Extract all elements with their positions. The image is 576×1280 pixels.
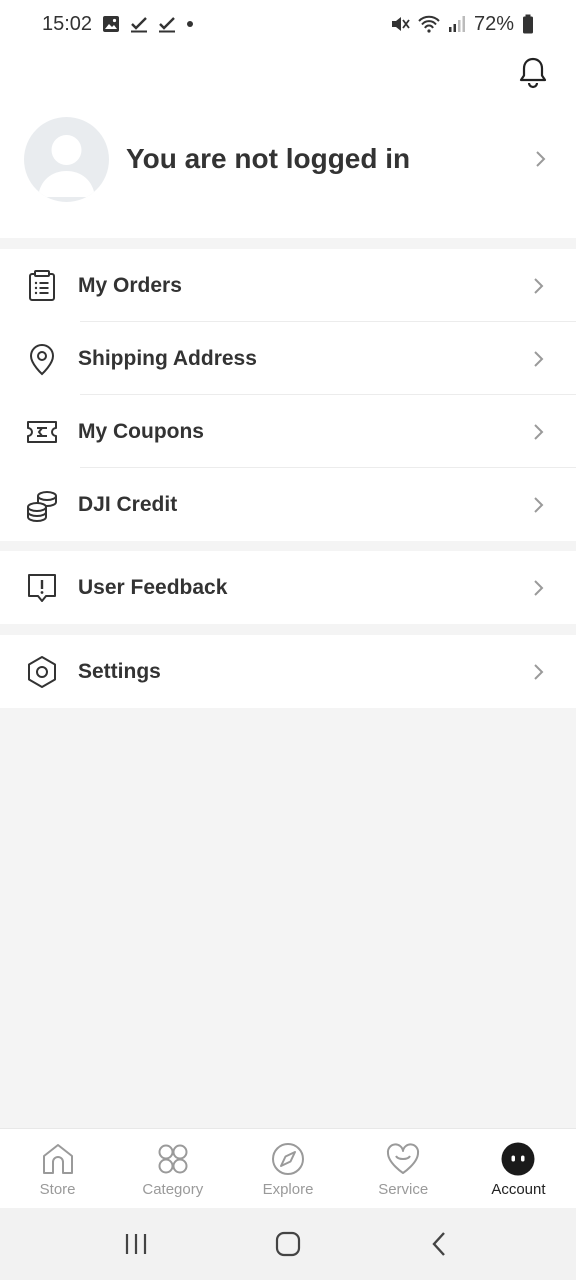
status-right: 72% (390, 13, 534, 36)
category-icon (158, 1144, 188, 1174)
tab-category[interactable]: Category (115, 1129, 230, 1208)
menu-group-settings: Settings (0, 635, 576, 708)
chevron-right-icon (534, 350, 544, 367)
chevron-right-icon (534, 579, 544, 596)
menu-item-my-orders[interactable]: My Orders (0, 249, 576, 322)
avatar-placeholder-icon (38, 134, 95, 197)
bottom-nav: Store Category Explore Service Account (0, 1128, 576, 1208)
tab-label: Service (378, 1181, 429, 1198)
notification-bell-icon[interactable] (518, 56, 548, 90)
menu-group-main: My Orders Shipping Address My Coupons DJ… (0, 249, 576, 541)
compass-icon (272, 1143, 304, 1175)
battery-percent: 72% (473, 12, 514, 35)
tab-explore[interactable]: Explore (230, 1129, 345, 1208)
account-face-icon (501, 1142, 535, 1176)
login-row[interactable]: You are not logged in (0, 116, 576, 202)
recent-apps-icon[interactable] (122, 1231, 150, 1257)
chevron-right-icon (536, 151, 546, 167)
account-header: You are not logged in (0, 48, 576, 238)
more-notifications-dot-icon (186, 20, 194, 28)
status-time: 15:02 (42, 12, 93, 35)
menu-item-shipping-address[interactable]: Shipping Address (0, 322, 576, 395)
gallery-notification-icon (102, 15, 120, 33)
status-bar: 15:02 72% (0, 0, 576, 48)
back-icon[interactable] (426, 1230, 454, 1258)
menu-item-dji-credit[interactable]: DJI Credit (0, 468, 576, 541)
check-notification-icon (130, 15, 148, 33)
home-icon (42, 1144, 73, 1174)
location-pin-icon (29, 343, 55, 375)
login-status-title: You are not logged in (126, 143, 411, 174)
chevron-right-icon (534, 423, 544, 440)
chevron-right-icon (534, 277, 544, 294)
menu-item-label: My Coupons (78, 419, 204, 443)
wifi-icon (418, 15, 440, 33)
tab-label: Category (142, 1181, 204, 1198)
menu-group-feedback: User Feedback (0, 551, 576, 624)
tab-service[interactable]: Service (346, 1129, 461, 1208)
menu-item-label: DJI Credit (78, 492, 178, 516)
battery-icon (522, 14, 534, 34)
menu-item-settings[interactable]: Settings (0, 635, 576, 708)
feedback-icon (28, 573, 56, 602)
tab-store[interactable]: Store (0, 1129, 115, 1208)
menu-item-label: Settings (78, 659, 161, 683)
menu-item-my-coupons[interactable]: My Coupons (0, 395, 576, 468)
orders-icon (29, 269, 55, 301)
chevron-right-icon (534, 663, 544, 680)
coins-icon (27, 490, 57, 522)
menu-item-label: Shipping Address (78, 346, 257, 370)
menu-item-user-feedback[interactable]: User Feedback (0, 551, 576, 624)
system-navigation-bar (0, 1208, 576, 1280)
mute-icon (390, 15, 410, 33)
chevron-right-icon (534, 496, 544, 513)
heart-smile-icon (387, 1143, 420, 1174)
tab-account[interactable]: Account (461, 1129, 576, 1208)
tab-label: Store (39, 1181, 76, 1198)
home-button-icon[interactable] (274, 1230, 302, 1258)
status-left: 15:02 (42, 13, 194, 36)
signal-icon (448, 15, 466, 33)
tab-label: Account (491, 1181, 546, 1198)
check-notification-icon (158, 15, 176, 33)
settings-icon (28, 655, 56, 688)
menu-item-label: My Orders (78, 273, 182, 297)
coupon-icon (27, 420, 57, 443)
menu-item-label: User Feedback (78, 575, 228, 599)
avatar (24, 116, 109, 202)
tab-label: Explore (262, 1181, 314, 1198)
